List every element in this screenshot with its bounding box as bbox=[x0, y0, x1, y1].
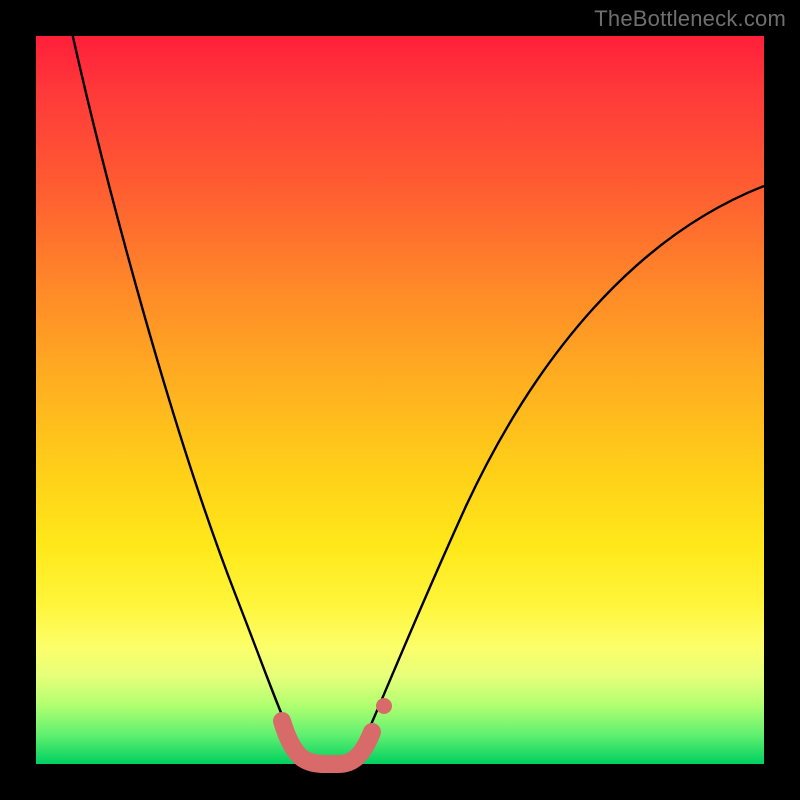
marker-dot bbox=[376, 698, 392, 714]
plot-area bbox=[36, 36, 764, 764]
bottleneck-curve bbox=[36, 36, 764, 764]
chart-container: TheBottleneck.com bbox=[0, 0, 800, 800]
curve-path bbox=[64, 0, 764, 762]
watermark-text: TheBottleneck.com bbox=[594, 6, 786, 32]
trough-highlight bbox=[282, 721, 372, 764]
